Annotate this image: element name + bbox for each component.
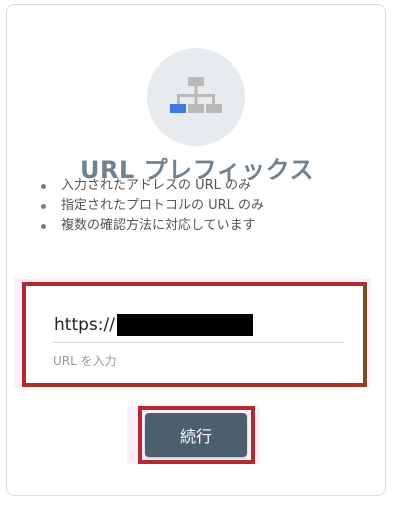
feature-text: 複数の確認方法に対応しています [61,218,256,233]
feature-text: 指定されたプロトコルの URL のみ [61,198,265,213]
url-input-value: https:// [54,315,115,335]
icon-badge [147,48,245,146]
redaction-block [116,314,253,336]
list-item: 入力されたアドレスの URL のみ [41,176,264,196]
bullet-icon [41,184,46,189]
url-input-frame: https:// URL を入力 [22,282,367,387]
continue-button[interactable]: 続行 [145,413,247,457]
bullet-icon [41,204,46,209]
input-underline [52,342,344,343]
url-input[interactable]: https:// [54,312,253,338]
list-item: 複数の確認方法に対応しています [41,216,264,236]
list-item: 指定されたプロトコルの URL のみ [41,196,264,216]
feature-list: 入力されたアドレスの URL のみ 指定されたプロトコルの URL のみ 複数の… [41,176,264,236]
feature-text: 入力されたアドレスの URL のみ [61,178,252,193]
bullet-icon [41,224,46,229]
sitemap-icon [170,77,222,113]
url-input-placeholder: URL を入力 [53,354,117,368]
